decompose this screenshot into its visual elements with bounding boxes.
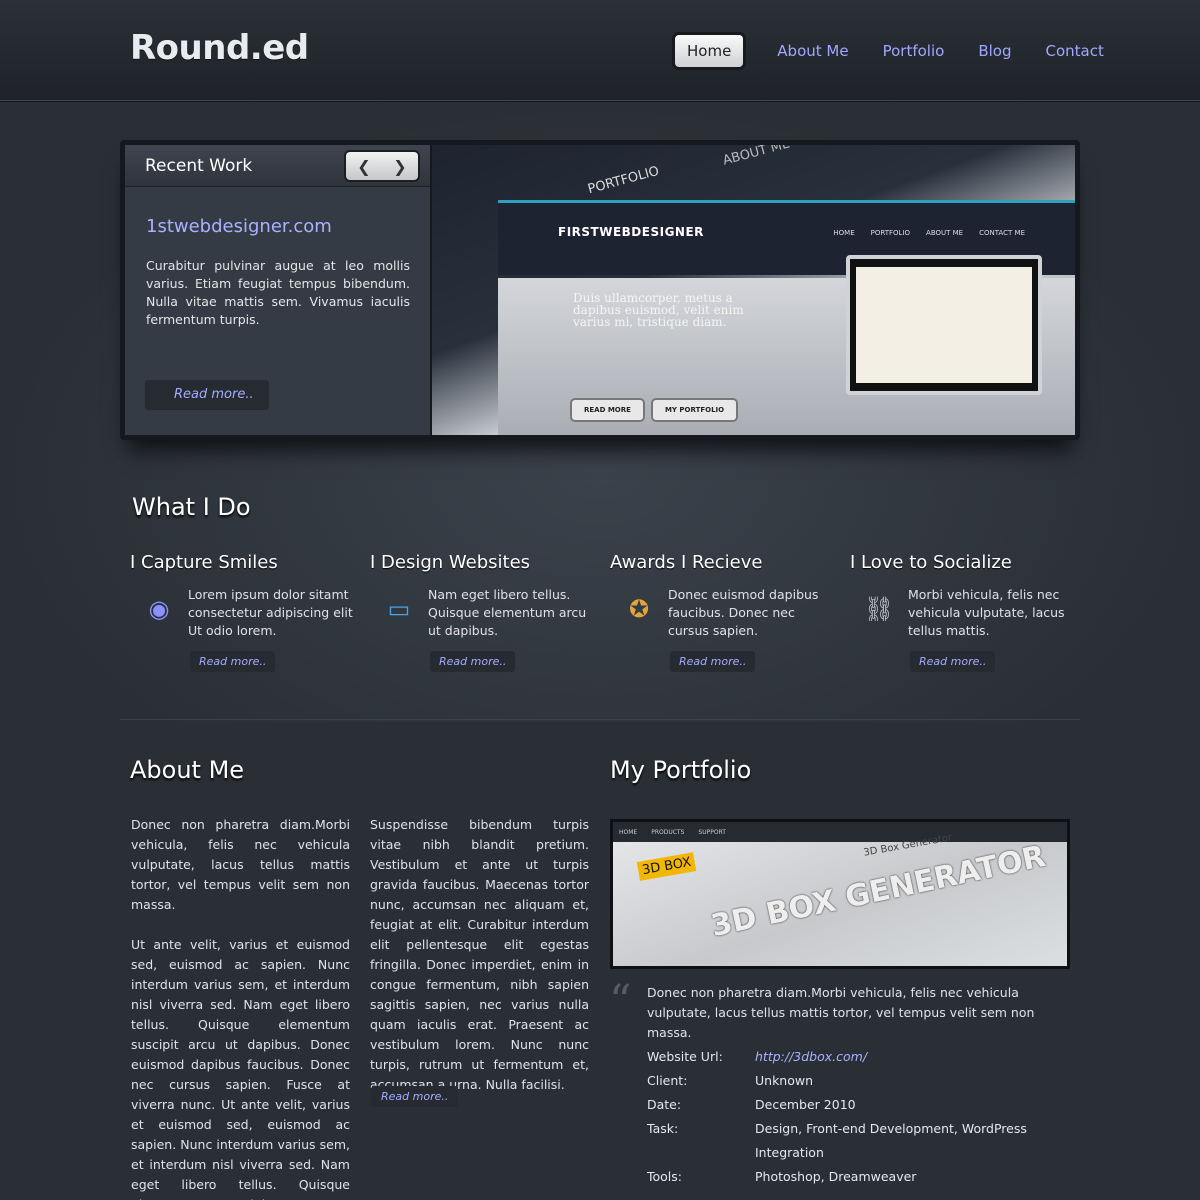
preview-read-more: READ MORE xyxy=(570,398,645,422)
feature-read-more-button[interactable]: Read more.. xyxy=(190,651,276,672)
preview-tagline: Duis ullamcorper, metus a dapibus euismo… xyxy=(573,291,744,329)
portfolio-details: Website Url: http://3dbox.com/ Client: Unk… xyxy=(647,1045,1045,1189)
slider-header: Recent Work ❮ ❯ xyxy=(125,145,430,187)
detail-label: Website Url: xyxy=(647,1049,723,1064)
portfolio-image-nav-item: HOME xyxy=(619,828,638,836)
feature-title: I Love to Socialize xyxy=(850,552,1012,573)
monitor-image xyxy=(846,255,1042,395)
work-description: Curabitur pulvinar augue at leo mollis v… xyxy=(146,258,410,327)
section-divider xyxy=(120,719,1080,720)
feature-read-more-button[interactable]: Read more.. xyxy=(910,651,996,672)
what-i-do-title: What I Do xyxy=(132,493,251,521)
preview-brand: FIRSTWEBDESIGNER xyxy=(558,225,704,239)
about-paragraph: Suspendisse bibendum turpis vitae nibh b… xyxy=(370,817,589,1092)
slider-read-more-button[interactable]: Read more.. xyxy=(145,380,269,410)
portfolio-image-nav-item: SUPPORT xyxy=(698,828,726,836)
feature-title: Awards I Recieve xyxy=(610,552,763,573)
preview-nav-item: HOME xyxy=(833,229,855,237)
detail-row: Date: December 2010 xyxy=(647,1093,1045,1117)
detail-label: Date: xyxy=(647,1097,682,1112)
detail-row: Client: Unknown xyxy=(647,1069,1045,1093)
my-portfolio-title: My Portfolio xyxy=(610,756,752,784)
detail-row: Task: Design, Front-end Development, Word… xyxy=(647,1117,1045,1165)
preview-nav: HOME PORTFOLIO ABOUT ME CONTACT ME xyxy=(833,229,1025,237)
about-paragraph: Donec non pharetra diam.Morbi vehicula, … xyxy=(131,817,350,912)
slider-arrows: ❮ ❯ xyxy=(346,152,418,180)
main-nav: Home About Me Portfolio Blog Contact xyxy=(671,33,1104,69)
feature-read-more-button[interactable]: Read more.. xyxy=(430,651,516,672)
portfolio-image-nav-item: PRODUCTS xyxy=(651,828,685,836)
portfolio-description: Donec non pharetra diam.Morbi vehicula, … xyxy=(647,985,1035,1040)
feature-socialize: I Love to Socialize ⛓ Morbi vehicula, fe… xyxy=(850,552,1080,672)
about-read-more-button[interactable]: Read more.. xyxy=(371,1086,459,1107)
portfolio-image-big-text: 3D BOX GENERATOR xyxy=(707,838,1049,945)
site-logo[interactable]: Round.ed xyxy=(130,28,309,68)
detail-value: December 2010 xyxy=(755,1097,856,1112)
chain-link-icon: ⛓ xyxy=(863,595,895,623)
nav-portfolio[interactable]: Portfolio xyxy=(883,42,945,60)
preview-about-tab: ABOUT ME xyxy=(721,145,792,169)
detail-value: Unknown xyxy=(755,1073,814,1088)
preview-portfolio-tab: PORTFOLIO xyxy=(586,163,661,198)
slider-heading: Recent Work xyxy=(145,155,253,176)
nav-blog[interactable]: Blog xyxy=(978,42,1011,60)
website-url-link[interactable]: http://3dbox.com/ xyxy=(755,1045,1045,1069)
feature-text: Morbi vehicula, felis nec vehicula vulpu… xyxy=(908,587,1065,638)
feature-read-more-button[interactable]: Read more.. xyxy=(670,651,756,672)
detail-label: Client: xyxy=(647,1073,688,1088)
camera-lens-icon: ◉ xyxy=(148,595,170,623)
prev-arrow-icon[interactable]: ❮ xyxy=(357,157,370,176)
work-title-link[interactable]: 1stwebdesigner.com xyxy=(146,216,332,237)
about-paragraph: Ut ante velit, varius et euismod sed, eu… xyxy=(131,937,350,1200)
award-medal-icon: ✪ xyxy=(628,595,650,623)
monitor-icon: ▭ xyxy=(387,595,411,623)
feature-text: Lorem ipsum dolor sitamt consectetur adi… xyxy=(188,587,353,638)
quote-icon: “ xyxy=(609,976,632,1027)
feature-text: Donec euismod dapibus faucibus. Donec ne… xyxy=(668,587,819,638)
site-header: Round.ed Home About Me Portfolio Blog Co… xyxy=(0,0,1200,102)
feature-text: Nam eget libero tellus. Quisque elementu… xyxy=(428,587,587,638)
preview-nav-item: CONTACT ME xyxy=(979,229,1025,237)
nav-contact[interactable]: Contact xyxy=(1045,42,1103,60)
recent-work-slider: Recent Work ❮ ❯ 1stwebdesigner.com Curab… xyxy=(120,140,1080,440)
preview-nav-item: PORTFOLIO xyxy=(870,229,911,237)
slider-preview-image[interactable]: PORTFOLIO ABOUT ME FIRSTWEBDESIGNER HOME… xyxy=(432,145,1075,435)
feature-title: I Capture Smiles xyxy=(130,552,278,573)
portfolio-image-box-label: 3D BOX xyxy=(636,852,697,881)
slider-info-panel: Recent Work ❮ ❯ 1stwebdesigner.com Curab… xyxy=(125,145,430,435)
preview-nav-item: ABOUT ME xyxy=(926,229,964,237)
nav-home[interactable]: Home xyxy=(675,35,744,67)
nav-about[interactable]: About Me xyxy=(777,42,848,60)
detail-label: Tools: xyxy=(647,1169,683,1184)
portfolio-image: HOME PRODUCTS SUPPORT 3D BOX 3D BOX GENE… xyxy=(613,822,1067,966)
feature-awards: Awards I Recieve ✪ Donec euismod dapibus… xyxy=(610,552,840,672)
preview-my-portfolio: MY PORTFOLIO xyxy=(650,398,739,422)
about-me-title: About Me xyxy=(130,756,245,784)
about-column-right: Suspendisse bibendum turpis vitae nibh b… xyxy=(370,815,589,1115)
detail-row: Tools: Photoshop, Dreamweaver xyxy=(647,1165,1045,1189)
portfolio-image-nav: HOME PRODUCTS SUPPORT xyxy=(613,822,1067,842)
feature-design-websites: I Design Websites ▭ Nam eget libero tell… xyxy=(370,552,600,672)
about-column-left: Donec non pharetra diam.Morbi vehicula, … xyxy=(131,815,350,1200)
detail-value: Photoshop, Dreamweaver xyxy=(755,1169,917,1184)
portfolio-thumbnail[interactable]: HOME PRODUCTS SUPPORT 3D BOX 3D BOX GENE… xyxy=(610,819,1070,969)
monitor-screen xyxy=(856,267,1032,383)
preview-buttons: READ MORE MY PORTFOLIO xyxy=(570,398,739,422)
detail-value: Design, Front-end Development, WordPress… xyxy=(755,1121,1027,1160)
feature-title: I Design Websites xyxy=(370,552,531,573)
feature-capture-smiles: I Capture Smiles ◉ Lorem ipsum dolor sit… xyxy=(130,552,360,672)
detail-row: Website Url: http://3dbox.com/ xyxy=(647,1045,1045,1069)
detail-label: Task: xyxy=(647,1121,679,1136)
next-arrow-icon[interactable]: ❯ xyxy=(393,157,406,176)
